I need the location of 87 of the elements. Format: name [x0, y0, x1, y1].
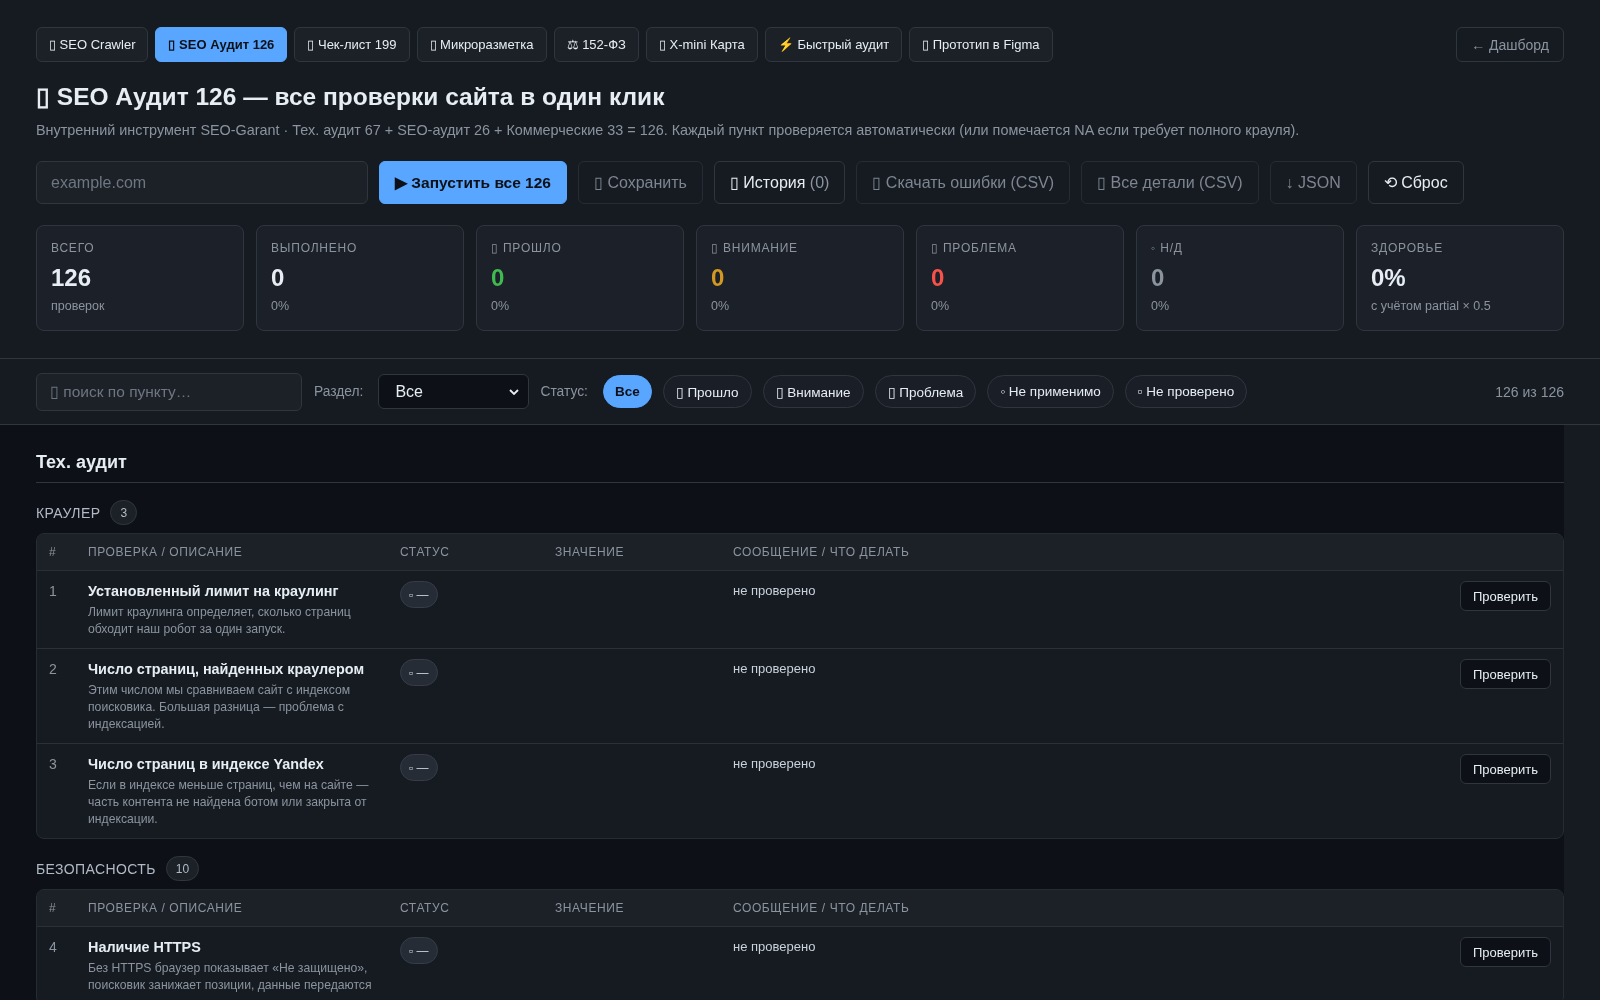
status-filter-chip[interactable]: ◦ Не применимо: [987, 375, 1114, 408]
toolbar-button[interactable]: ⟲ Сброс: [1367, 161, 1464, 204]
stat-label: ▯ ВНИМАНИЕ: [711, 240, 799, 256]
column-header: ЗНАЧЕНИЕ: [554, 900, 626, 917]
status-pill: ▫ —: [400, 937, 438, 964]
row-number: 3: [49, 755, 58, 773]
check-button[interactable]: Проверить: [1460, 659, 1551, 689]
stat-note: 0%: [1151, 298, 1171, 315]
stat-label: ◦ Н/Д: [1151, 240, 1184, 256]
stat-note: 0%: [491, 298, 511, 315]
status-message: не проверено: [733, 582, 817, 600]
stat-note: с учётом partial × 0.5: [1371, 298, 1492, 315]
status-filter-chip[interactable]: ▯ Проблема: [874, 375, 977, 408]
count-badge: 3: [110, 500, 138, 525]
primary-button[interactable]: ▶ Запустить все 126: [379, 161, 567, 204]
check-title: Установленный лимит на краулинг: [88, 582, 340, 600]
check-description: Лимит краулинга определяет, сколько страниц обходит наш робот за один запуск.: [88, 604, 352, 638]
stat-note: 0%: [711, 298, 731, 315]
row-number: 1: [49, 582, 58, 600]
column-header: ЗНАЧЕНИЕ: [554, 544, 626, 561]
toolbar-button[interactable]: ▯ История (0): [713, 161, 846, 204]
status-pill: ▫ —: [400, 754, 438, 781]
stat-note: 0%: [271, 298, 291, 315]
status-filter-chip[interactable]: ▯ Прошло: [662, 375, 752, 408]
stat-note: 0%: [931, 298, 951, 315]
nav-tab[interactable]: ▯ Микроразметка: [416, 27, 547, 62]
stat-label: ЗДОРОВЬЕ: [1371, 240, 1445, 256]
stat-value: 126: [51, 263, 93, 293]
stat-note: проверок: [51, 298, 106, 315]
check-title: Число страниц в индексе Yandex: [88, 755, 325, 773]
section-heading: Тех. аудит: [36, 451, 1564, 483]
section-dropdown[interactable]: Все: [378, 374, 530, 409]
stat-label: ▯ ПРОБЛЕМА: [931, 240, 1018, 256]
status-filter-chip[interactable]: ▯ Внимание: [762, 375, 864, 408]
nav-tab[interactable]: ▯ X-mini Карта: [645, 27, 758, 62]
stat-value: 0: [1151, 263, 1166, 293]
stat-label: ВЫПОЛНЕНО: [271, 240, 359, 256]
status-message: не проверено: [733, 660, 817, 678]
count-badge: 10: [165, 856, 200, 881]
section-label: Раздел:: [314, 384, 364, 399]
nav-tab[interactable]: ▯ Чек-лист 199: [294, 27, 410, 62]
check-title: Число страниц, найденных краулером: [88, 660, 366, 678]
url-field[interactable]: example.com: [36, 161, 368, 204]
column-header: #: [48, 544, 58, 561]
chevron-down-icon: [509, 388, 520, 395]
column-header: #: [48, 900, 58, 917]
status-label: Статус:: [540, 384, 588, 399]
column-header: СТАТУС: [399, 544, 451, 561]
status-pill: ▫ —: [400, 581, 438, 608]
column-header: СООБЩЕНИЕ / ЧТО ДЕЛАТЬ: [732, 544, 911, 561]
nav-tab[interactable]: ▯ Прототип в Figma: [909, 27, 1053, 62]
column-header: СТАТУС: [399, 900, 451, 917]
row-number: 4: [49, 938, 58, 956]
stat-value: 0%: [1371, 263, 1407, 293]
column-header: ПРОВЕРКА / ОПИСАНИЕ: [87, 544, 244, 561]
check-title: Наличие HTTPS: [88, 938, 202, 956]
status-filter-chip[interactable]: Все: [602, 375, 652, 408]
stat-value: 0: [491, 263, 506, 293]
stat-label: ВСЕГО: [51, 240, 96, 256]
status-pill: ▫ —: [400, 659, 438, 686]
dashboard-link[interactable]: ← Дашборд: [1456, 27, 1564, 62]
status-message: не проверено: [733, 755, 817, 773]
stat-value: 0: [711, 263, 726, 293]
column-header: ПРОВЕРКА / ОПИСАНИЕ: [87, 900, 244, 917]
check-description: Этим числом мы сравниваем сайт с индексом поисковика. Большая разница — проблема с индексацией.: [88, 682, 352, 733]
check-button[interactable]: Проверить: [1460, 754, 1551, 784]
status-filter-chip[interactable]: ▫ Не проверено: [1124, 375, 1248, 408]
group-heading: КРАУЛЕР: [36, 503, 101, 522]
nav-tab[interactable]: ▯ SEO Crawler: [36, 27, 149, 62]
stat-value: 0: [931, 263, 946, 293]
page-title: ▯ SEO Аудит 126 — все проверки сайта в один клик: [36, 83, 666, 111]
row-number: 2: [49, 660, 58, 678]
stat-value: 0: [271, 263, 286, 293]
stat-label: ▯ ПРОШЛО: [491, 240, 563, 256]
check-button[interactable]: Проверить: [1460, 937, 1551, 967]
check-button[interactable]: Проверить: [1460, 581, 1551, 611]
nav-tab[interactable]: ▯ SEO Аудит 126: [155, 27, 288, 62]
nav-tab[interactable]: ⚖ 152-ФЗ: [553, 27, 639, 62]
page-subtitle: Внутренний инструмент SEO-Garant · Тех. аудит 67 + SEO-аудит 26 + Коммерческие 33 = 126. Каждый пункт проверяется автоматически (или помечается NA если требует полного крауля).: [36, 121, 1301, 140]
search-field[interactable]: ▯ поиск по пункту…: [36, 372, 302, 411]
result-count: 126 из 126: [1495, 383, 1564, 400]
column-header: СООБЩЕНИЕ / ЧТО ДЕЛАТЬ: [732, 900, 911, 917]
status-message: не проверено: [733, 938, 817, 956]
group-heading: БЕЗОПАСНОСТЬ: [36, 859, 156, 878]
check-description: Если в индексе меньше страниц, чем на сайте — часть контента не найдена ботом или закрыта от индексации.: [88, 777, 370, 828]
check-description: Без HTTPS браузер показывает «Не защищено», поисковик занижает позиции, данные передаются: [88, 960, 373, 994]
nav-tab[interactable]: ⚡ Быстрый аудит: [764, 27, 903, 62]
